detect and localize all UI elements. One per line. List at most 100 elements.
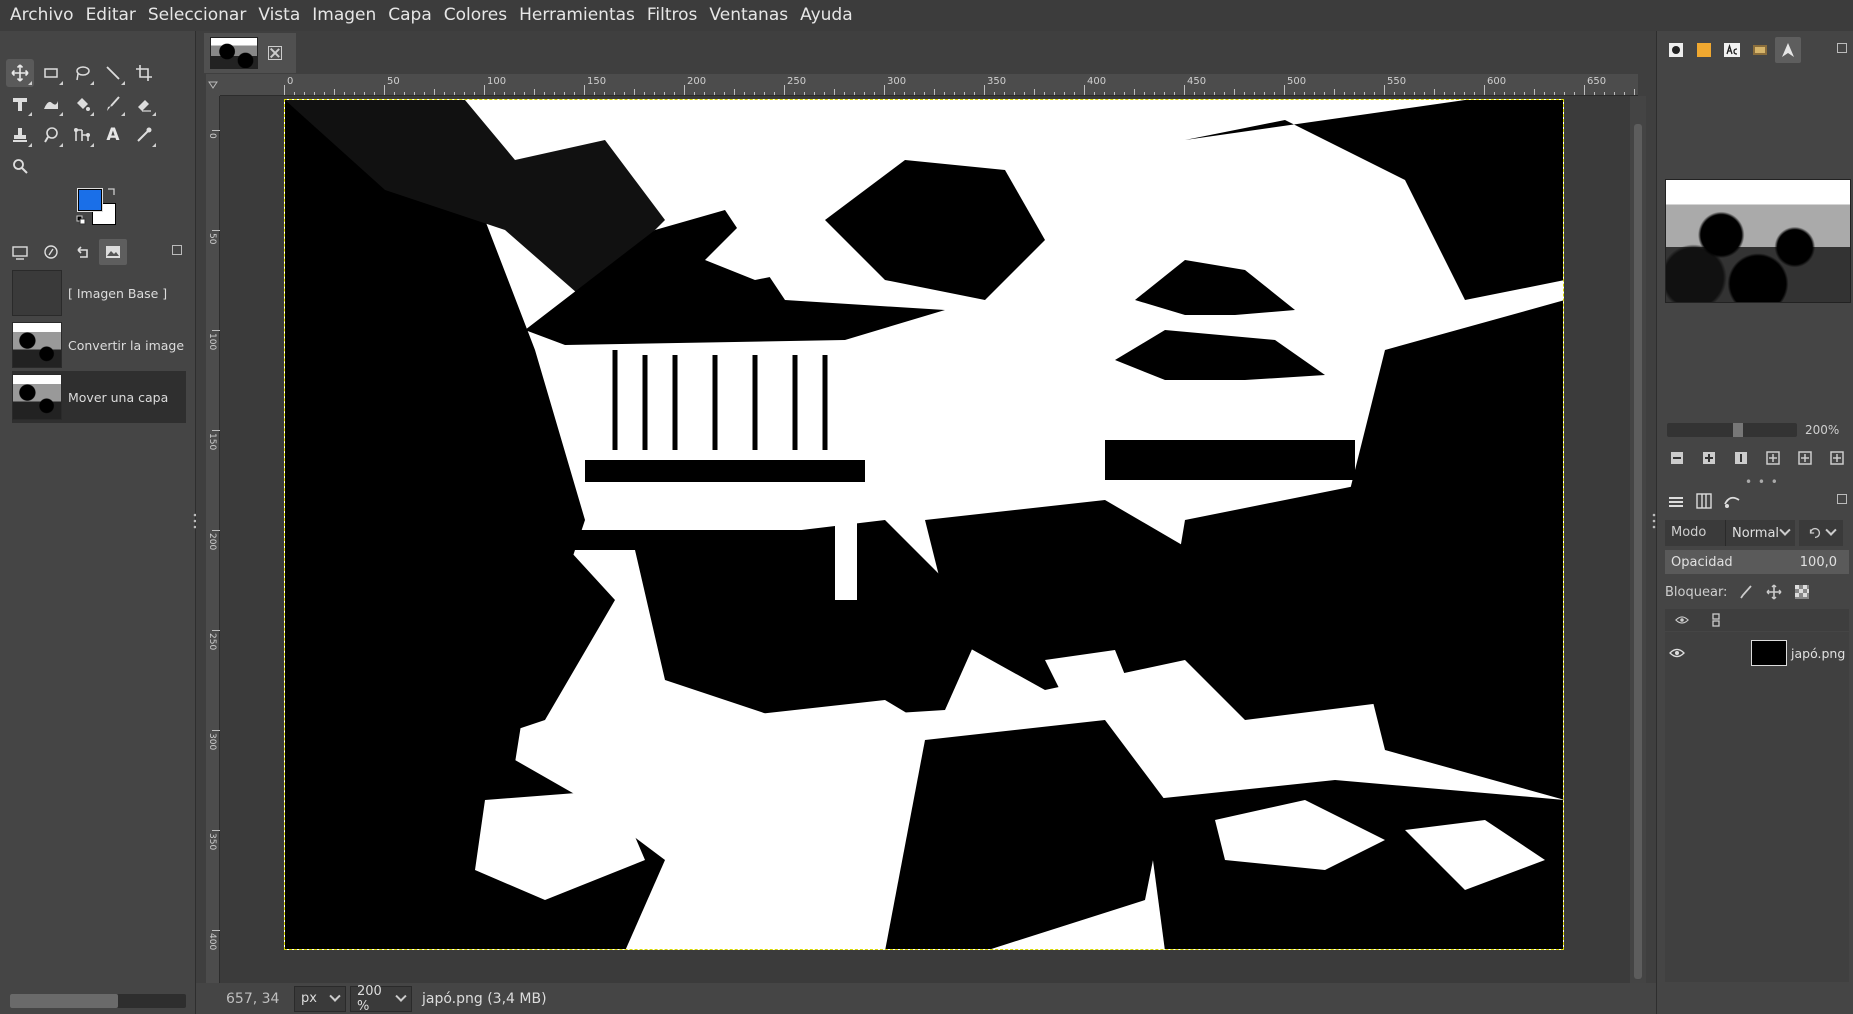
ruler-minor-tick: [1014, 92, 1015, 95]
paths-tool[interactable]: [68, 121, 96, 149]
shrink-wrap-button[interactable]: [1827, 448, 1847, 468]
close-icon[interactable]: [268, 46, 282, 60]
fuzzy-select-tool[interactable]: [99, 59, 127, 87]
menu-editar[interactable]: Editar: [80, 0, 142, 31]
history-item-selected[interactable]: Mover una capa: [12, 371, 186, 423]
menu-vista[interactable]: Vista: [252, 0, 306, 31]
layer-mode-select[interactable]: Normal: [1725, 520, 1795, 546]
ruler-tick-label: 150: [207, 433, 217, 451]
dock-config-button[interactable]: [1837, 43, 1847, 53]
lock-alpha-icon[interactable]: [1793, 583, 1811, 601]
tab-patterns[interactable]: [1691, 37, 1717, 63]
free-select-tool[interactable]: [68, 59, 96, 87]
ruler-minor-tick: [854, 92, 855, 95]
zoom-fit-image-button[interactable]: [1763, 448, 1783, 468]
right-dock-resize-handle[interactable]: [1652, 512, 1656, 530]
ruler-minor-tick: [864, 92, 865, 95]
tab-undo-history[interactable]: [68, 239, 96, 265]
dock-config-button[interactable]: [1837, 494, 1847, 504]
ruler-minor-tick: [664, 92, 665, 95]
tab-device-status[interactable]: [37, 239, 65, 265]
tab-document-history[interactable]: [1747, 37, 1773, 63]
smudge-tool[interactable]: [37, 121, 65, 149]
crop-tool[interactable]: [130, 59, 158, 87]
warp-transform-tool[interactable]: [37, 90, 65, 118]
menu-filtros[interactable]: Filtros: [641, 0, 704, 31]
zoom-select[interactable]: 200 %: [350, 984, 412, 1014]
tab-brushes[interactable]: [1663, 37, 1689, 63]
scrollbar-thumb[interactable]: [1634, 124, 1642, 979]
history-item-label: Convertir la imagen a: [68, 337, 184, 353]
menu-capa[interactable]: Capa: [382, 0, 438, 31]
ruler-minor-tick: [1044, 92, 1045, 95]
fg-bg-colors[interactable]: [76, 187, 122, 227]
paintbrush-tool[interactable]: [99, 90, 127, 118]
menu-ventanas[interactable]: Ventanas: [703, 0, 794, 31]
layer-row[interactable]: japó.png: [1665, 632, 1849, 674]
eraser-tool[interactable]: [130, 90, 158, 118]
horizontal-ruler[interactable]: 0 50 100 150 200 250 300 350 400 450 500 550 600 650: [220, 74, 1638, 96]
layer-visibility-toggle[interactable]: [1665, 646, 1689, 660]
ruler-minor-tick: [1164, 92, 1165, 95]
vertical-scrollbar[interactable]: [1630, 96, 1646, 990]
color-picker-tool[interactable]: [130, 121, 158, 149]
rect-select-tool[interactable]: [37, 59, 65, 87]
menu-seleccionar[interactable]: Seleccionar: [142, 0, 252, 31]
image-canvas[interactable]: [284, 99, 1564, 950]
zoom-one-to-one-button[interactable]: [1731, 448, 1751, 468]
text-tool[interactable]: A: [99, 121, 127, 149]
zoom-in-button[interactable]: [1699, 448, 1719, 468]
panel-separator[interactable]: • • •: [1745, 475, 1779, 489]
opacity-slider[interactable]: Opacidad 100,0: [1665, 550, 1849, 574]
vertical-ruler[interactable]: 0 50 100 150 200 250 300 350 400: [206, 96, 220, 990]
navigator-zoom-slider[interactable]: [1667, 423, 1797, 437]
mode-switch-button[interactable]: [1799, 520, 1843, 546]
ruler-minor-tick: [934, 89, 935, 95]
zoom-out-button[interactable]: [1667, 448, 1687, 468]
default-colors-icon[interactable]: [76, 215, 86, 225]
history-item[interactable]: [ Imagen Base ]: [12, 267, 186, 319]
unified-transform-tool[interactable]: [6, 90, 34, 118]
layer-name[interactable]: japó.png: [1791, 646, 1845, 661]
chain-column[interactable]: [1699, 613, 1733, 627]
foreground-color[interactable]: [77, 188, 103, 212]
navigator-preview[interactable]: [1665, 179, 1851, 303]
ruler-tick: [684, 85, 685, 95]
slider-handle[interactable]: [1733, 423, 1743, 437]
pointer-coordinates: 657, 34: [226, 990, 280, 1007]
tab-fonts[interactable]: [1719, 37, 1745, 63]
image-tab[interactable]: [204, 33, 296, 73]
clone-tool[interactable]: [6, 121, 34, 149]
tab-layers[interactable]: [1663, 488, 1689, 514]
menu-imagen[interactable]: Imagen: [306, 0, 382, 31]
bucket-fill-tool[interactable]: [68, 90, 96, 118]
tab-images[interactable]: [99, 239, 127, 265]
menu-ayuda[interactable]: Ayuda: [794, 0, 859, 31]
tab-paths[interactable]: [1719, 488, 1745, 514]
ruler-tick: [212, 530, 220, 531]
history-scrollbar[interactable]: [10, 994, 186, 1008]
tab-tool-options[interactable]: [6, 239, 34, 265]
ruler-tick-label: 0: [207, 133, 217, 139]
dock-config-button[interactable]: [172, 245, 182, 255]
file-info: japó.png (3,4 MB): [422, 990, 547, 1007]
unit-select[interactable]: px: [294, 985, 346, 1012]
swap-colors-icon[interactable]: [106, 187, 116, 197]
tab-channels[interactable]: [1691, 488, 1717, 514]
ruler-corner[interactable]: [206, 74, 220, 96]
menu-colores[interactable]: Colores: [438, 0, 513, 31]
scrollbar-thumb[interactable]: [10, 994, 118, 1008]
menu-archivo[interactable]: Archivo: [4, 0, 80, 31]
lock-position-icon[interactable]: [1765, 583, 1783, 601]
history-item[interactable]: Convertir la imagen a: [12, 319, 186, 371]
visibility-column[interactable]: [1665, 613, 1699, 627]
layers-list[interactable]: [1665, 632, 1849, 982]
zoom-fill-window-button[interactable]: [1795, 448, 1815, 468]
ruler-minor-tick: [1494, 92, 1495, 95]
menu-herramientas[interactable]: Herramientas: [513, 0, 641, 31]
ruler-tick: [1084, 85, 1085, 95]
tab-navigation[interactable]: [1775, 37, 1801, 63]
zoom-tool[interactable]: [6, 152, 34, 180]
move-tool[interactable]: [6, 59, 34, 87]
lock-pixels-icon[interactable]: [1737, 583, 1755, 601]
